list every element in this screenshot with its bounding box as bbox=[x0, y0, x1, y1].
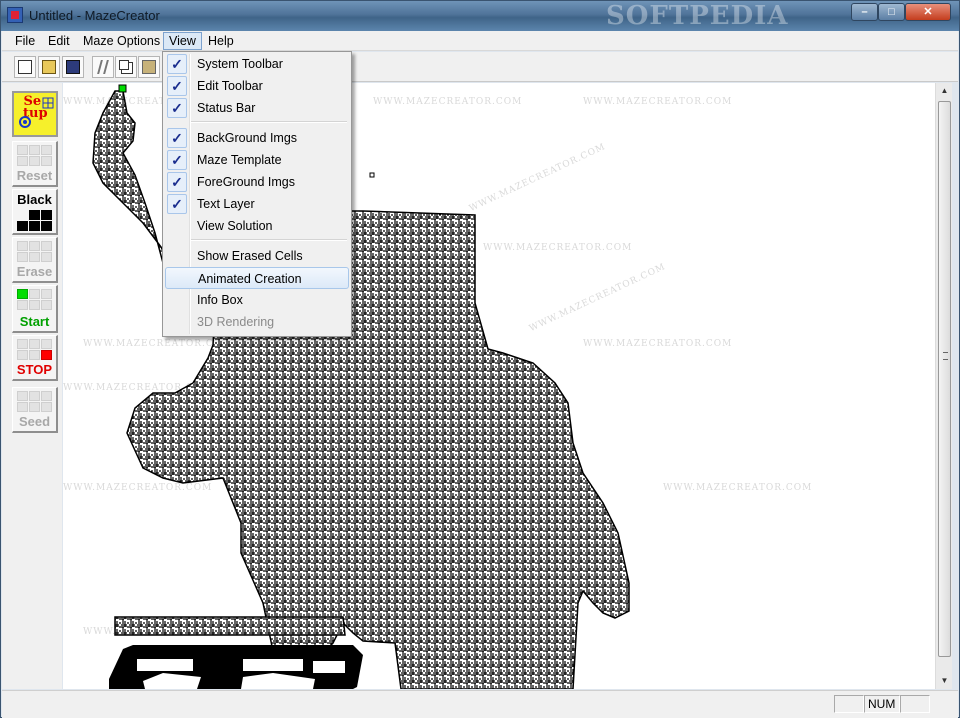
new-file-icon bbox=[18, 60, 32, 74]
scroll-down-arrow-icon[interactable]: ▼ bbox=[936, 673, 953, 689]
maze-cursor-marker bbox=[369, 172, 375, 178]
view-menu-item-3d-rendering: 3D Rendering bbox=[165, 311, 349, 333]
copy-icon bbox=[119, 60, 129, 70]
view-menu-item-edit-toolbar[interactable]: ✓ Edit Toolbar bbox=[165, 75, 349, 97]
menu-file[interactable]: File bbox=[10, 32, 40, 50]
open-folder-icon bbox=[42, 60, 56, 74]
scroll-up-arrow-icon[interactable]: ▲ bbox=[936, 83, 953, 99]
view-menu-item-foreground-imgs[interactable]: ✓ ForeGround Imgs bbox=[165, 171, 349, 193]
title-bar[interactable]: Untitled - MazeCreator SOFTPEDIA – □ ✕ bbox=[1, 1, 959, 31]
menu-view[interactable]: View bbox=[163, 32, 202, 50]
menu-help[interactable]: Help bbox=[203, 32, 239, 50]
vertical-scrollbar[interactable]: ▲ ▼ bbox=[935, 83, 952, 689]
view-menu-item-background-imgs[interactable]: ✓ BackGround Imgs bbox=[165, 127, 349, 149]
close-button[interactable]: ✕ bbox=[905, 3, 951, 21]
checkmark-icon: ✓ bbox=[167, 128, 187, 148]
start-button[interactable]: Start bbox=[12, 285, 58, 333]
thumb-grip-icon bbox=[943, 352, 948, 360]
view-menu-dropdown: ✓ System Toolbar ✓ Edit Toolbar ✓ Status Bar ✓… bbox=[162, 51, 352, 337]
save-button[interactable] bbox=[62, 56, 84, 78]
window-title: Untitled - MazeCreator bbox=[29, 8, 160, 23]
checkmark-icon: ✓ bbox=[167, 76, 187, 96]
new-file-button[interactable] bbox=[14, 56, 36, 78]
edit-toolbar: Se tup Reset Black Erase Start STOP Seed bbox=[2, 83, 62, 689]
view-menu-item-label: Info Box bbox=[197, 293, 243, 307]
app-window: Untitled - MazeCreator SOFTPEDIA – □ ✕ F… bbox=[0, 0, 960, 718]
view-menu-item-label: BackGround Imgs bbox=[197, 131, 298, 145]
stop-cells-icon bbox=[17, 339, 53, 361]
erase-cells-icon bbox=[17, 241, 53, 263]
view-menu-item-show-erased-cells[interactable]: Show Erased Cells bbox=[165, 245, 349, 267]
checkmark-icon: ✓ bbox=[167, 98, 187, 118]
target-icon bbox=[19, 116, 31, 128]
status-pane bbox=[900, 695, 930, 713]
seed-button[interactable]: Seed bbox=[12, 387, 58, 433]
black-button[interactable]: Black bbox=[12, 189, 58, 235]
view-menu-item-label: Status Bar bbox=[197, 101, 256, 115]
grid-icon bbox=[42, 97, 54, 109]
checkmark-icon: ✓ bbox=[167, 172, 187, 192]
menu-edit[interactable]: Edit bbox=[43, 32, 75, 50]
view-menu-item-label: View Solution bbox=[197, 219, 273, 233]
checkmark-icon: ✓ bbox=[167, 150, 187, 170]
maze-trunk-shape bbox=[114, 616, 346, 636]
black-cells-icon bbox=[17, 210, 53, 232]
view-menu-item-status-bar[interactable]: ✓ Status Bar bbox=[165, 97, 349, 119]
start-cells-icon bbox=[17, 289, 53, 311]
erase-button[interactable]: Erase bbox=[12, 237, 58, 283]
view-menu-item-info-box[interactable]: Info Box bbox=[165, 289, 349, 311]
maze-start-cell bbox=[118, 84, 127, 93]
paste-icon bbox=[142, 60, 156, 74]
view-menu-item-label: Maze Template bbox=[197, 153, 282, 167]
copy-button[interactable] bbox=[115, 56, 137, 78]
menu-bar: File Edit Maze Options View Help bbox=[2, 31, 958, 51]
menu-maze-options[interactable]: Maze Options bbox=[78, 32, 165, 50]
reset-button[interactable]: Reset bbox=[12, 141, 58, 187]
num-lock-indicator: NUM bbox=[864, 695, 900, 713]
view-menu-item-label: 3D Rendering bbox=[197, 315, 275, 329]
view-menu-item-label: System Toolbar bbox=[197, 57, 283, 71]
view-menu-item-system-toolbar[interactable]: ✓ System Toolbar bbox=[165, 53, 349, 75]
app-icon[interactable] bbox=[7, 7, 23, 23]
seed-cells-icon bbox=[17, 391, 53, 413]
view-menu-item-text-layer[interactable]: ✓ Text Layer bbox=[165, 193, 349, 215]
softpedia-watermark: SOFTPEDIA bbox=[606, 1, 789, 31]
maximize-button[interactable]: □ bbox=[878, 3, 905, 21]
open-button[interactable] bbox=[38, 56, 60, 78]
cut-icon bbox=[97, 60, 109, 74]
checkmark-icon: ✓ bbox=[167, 54, 187, 74]
stop-button[interactable]: STOP bbox=[12, 335, 58, 381]
view-menu-item-animated-creation[interactable]: Animated Creation bbox=[165, 267, 349, 289]
view-menu-item-maze-template[interactable]: ✓ Maze Template bbox=[165, 149, 349, 171]
setup-button[interactable]: Se tup bbox=[12, 91, 58, 137]
scroll-thumb[interactable] bbox=[938, 101, 951, 657]
paste-button[interactable] bbox=[138, 56, 160, 78]
view-menu-item-view-solution[interactable]: View Solution bbox=[165, 215, 349, 237]
system-toolbar bbox=[2, 52, 958, 82]
view-menu-item-label: Text Layer bbox=[197, 197, 255, 211]
cut-button[interactable] bbox=[92, 56, 114, 78]
checkmark-icon: ✓ bbox=[167, 194, 187, 214]
view-menu-item-label: Animated Creation bbox=[198, 272, 302, 286]
menu-separator bbox=[191, 239, 347, 241]
view-menu-item-label: ForeGround Imgs bbox=[197, 175, 295, 189]
view-menu-item-label: Edit Toolbar bbox=[197, 79, 263, 93]
reset-cells-icon bbox=[17, 145, 53, 167]
status-bar: NUM bbox=[2, 690, 958, 718]
menu-separator bbox=[191, 121, 347, 123]
view-menu-item-label: Show Erased Cells bbox=[197, 249, 303, 263]
status-pane bbox=[834, 695, 864, 713]
save-icon bbox=[66, 60, 80, 74]
minimize-button[interactable]: – bbox=[851, 3, 878, 21]
